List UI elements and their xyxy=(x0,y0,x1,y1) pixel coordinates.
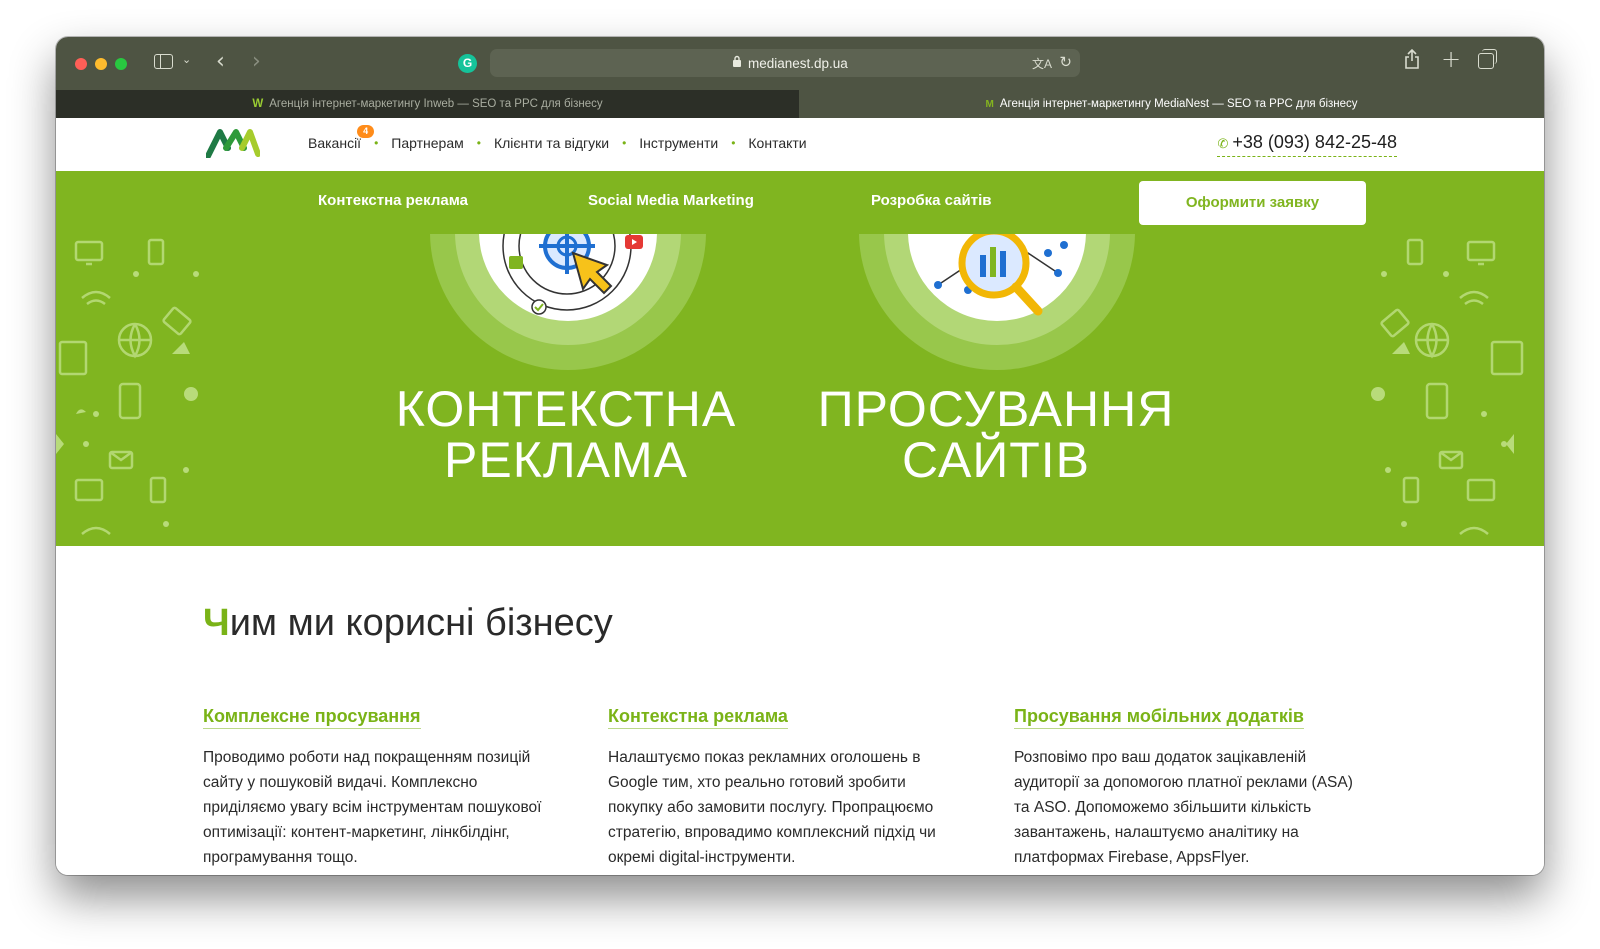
benefit-title-link[interactable]: Комплексне просування xyxy=(203,706,421,729)
top-navigation: Вакансії 4 • Партнерам • Клієнти та відг… xyxy=(308,125,807,151)
benefit-column: Комплексне просування Проводимо роботи н… xyxy=(203,706,553,870)
nav-context-ads[interactable]: Контекстна реклама xyxy=(318,192,468,209)
devices-pattern-left xyxy=(56,238,199,535)
nav-partners[interactable]: Партнерам xyxy=(391,135,463,151)
url-text: medianest.dp.ua xyxy=(748,56,848,71)
hero-title-line: РЕКЛАМА xyxy=(444,432,688,488)
title-first-letter: Ч xyxy=(203,602,230,644)
translate-icon[interactable]: 文A xyxy=(1032,55,1052,72)
nav-smm[interactable]: Social Media Marketing xyxy=(588,192,754,209)
benefit-column: Просування мобільних додатків Розповімо … xyxy=(1014,706,1364,870)
inweb-favicon-icon: W xyxy=(252,98,264,110)
medianest-favicon-icon: M xyxy=(985,99,994,110)
browser-window: ⌄ ‹ › G medianest.dp.ua 文A ↻ + W Агенція … xyxy=(56,37,1544,875)
benefit-title-link[interactable]: Контекстна реклама xyxy=(608,706,788,729)
title-rest: им ми корисні бізнесу xyxy=(229,602,613,644)
tabs-overview-icon[interactable] xyxy=(1478,49,1497,69)
back-arrow-icon[interactable]: ‹ xyxy=(216,49,225,74)
nav-separator: • xyxy=(622,136,627,150)
benefit-column: Контекстна реклама Налаштуємо показ рекл… xyxy=(608,706,958,870)
benefit-description: Розповімо про ваш додаток зацікавленій а… xyxy=(1014,749,1353,866)
lock-icon xyxy=(732,55,742,70)
nav-web-development[interactable]: Розробка сайтів xyxy=(871,192,991,209)
nav-contacts[interactable]: Контакти xyxy=(748,135,806,151)
hero-title-line: САЙТІВ xyxy=(901,432,1091,488)
browser-tab[interactable]: W Агенція інтернет-маркетингу Inweb — SEO… xyxy=(56,90,799,118)
address-bar[interactable]: medianest.dp.ua 文A ↻ xyxy=(490,49,1080,77)
benefit-description: Проводимо роботи над покращенням позицій… xyxy=(203,749,542,866)
grammarly-icon[interactable]: G xyxy=(458,54,477,73)
minimize-window-button[interactable] xyxy=(95,58,107,70)
reload-icon[interactable]: ↻ xyxy=(1059,53,1072,71)
target-cursor-icon xyxy=(502,234,643,315)
vacancies-count-badge: 4 xyxy=(357,125,375,138)
section-title: Чим ми корисні бізнесу xyxy=(203,602,613,645)
nav-separator: • xyxy=(476,136,481,150)
zoom-window-button[interactable] xyxy=(115,58,127,70)
benefits-section: Чим ми корисні бізнесу Комплексне просув… xyxy=(56,546,1544,875)
browser-tab-active[interactable]: M Агенція інтернет-маркетингу MediaNest —… xyxy=(799,90,1544,118)
tab-title: Агенція інтернет-маркетингу Inweb — SEO … xyxy=(269,98,603,110)
nav-separator: • xyxy=(731,136,736,150)
services-navigation: Контекстна реклама Social Media Marketin… xyxy=(56,171,1544,234)
hero-title-line: КОНТЕКСТНА xyxy=(395,381,737,437)
order-request-button[interactable]: Оформити заявку xyxy=(1139,181,1366,225)
tab-title: Агенція інтернет-маркетингу MediaNest — … xyxy=(999,98,1358,110)
hero-title-line: ПРОСУВАННЯ xyxy=(817,381,1175,437)
new-tab-icon[interactable]: + xyxy=(1441,45,1461,73)
nav-label: Вакансії xyxy=(308,135,362,151)
forward-arrow-icon[interactable]: › xyxy=(252,49,261,74)
share-icon[interactable] xyxy=(1404,48,1420,74)
tab-bar: W Агенція інтернет-маркетингу Inweb — SEO… xyxy=(56,90,1544,118)
hero-card-context-ads[interactable]: КОНТЕКСТНА РЕКЛАМА xyxy=(356,384,776,486)
benefit-title-link[interactable]: Просування мобільних додатків xyxy=(1014,706,1304,729)
browser-toolbar: ⌄ ‹ › G medianest.dp.ua 文A ↻ + xyxy=(56,37,1544,90)
chevron-down-icon[interactable]: ⌄ xyxy=(182,53,191,66)
medianest-logo[interactable] xyxy=(205,128,261,163)
nav-clients[interactable]: Клієнти та відгуки xyxy=(494,135,609,151)
benefit-description: Налаштуємо показ рекламних оголошень в G… xyxy=(608,749,936,866)
nav-separator: • xyxy=(374,136,379,150)
phone-link[interactable]: ✆ +38 (093) 842-25-48 xyxy=(1217,132,1397,157)
sidebar-icon[interactable] xyxy=(154,54,173,69)
phone-icon: ✆ xyxy=(1217,136,1229,151)
hero-card-seo[interactable]: ПРОСУВАННЯ САЙТІВ xyxy=(786,384,1206,486)
nav-vacancies[interactable]: Вакансії 4 xyxy=(308,125,375,151)
magnifier-analytics-icon xyxy=(934,234,1068,316)
close-window-button[interactable] xyxy=(75,58,87,70)
hero-banner: КОНТЕКСТНА РЕКЛАМА ПРОСУВАННЯ САЙТІВ xyxy=(56,234,1544,546)
phone-number: +38 (093) 842-25-48 xyxy=(1232,132,1397,152)
devices-pattern-right xyxy=(1371,238,1524,535)
site-header: Вакансії 4 • Партнерам • Клієнти та відг… xyxy=(56,118,1544,171)
nav-tools[interactable]: Інструменти xyxy=(639,135,718,151)
